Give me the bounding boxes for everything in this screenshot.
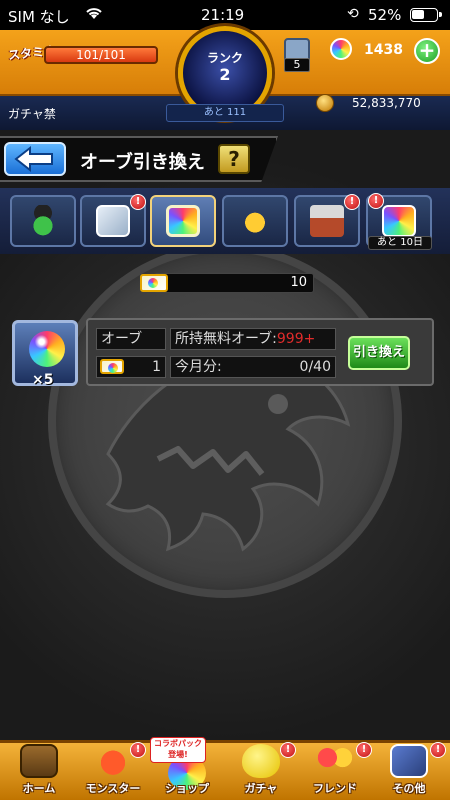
ticket-cost: 1 [152, 359, 161, 375]
exp-remaining: あと 111 [166, 104, 284, 122]
nav-gacha-label: ガチャ [244, 782, 278, 795]
nav-gacha-badge: ! [280, 742, 296, 758]
battery-icon [410, 8, 442, 22]
tab-clover[interactable] [10, 195, 76, 247]
home-icon [20, 744, 58, 778]
orb-count: 1438 [364, 42, 403, 58]
gacha-egg-icon [242, 744, 280, 778]
gift-count: 5 [284, 58, 310, 72]
free-orb-value: 999+ [276, 331, 316, 347]
this-month-label: 今月分: [175, 359, 222, 375]
monster-icon [238, 205, 272, 237]
stamina-bar: 101/101 [44, 46, 158, 64]
orb-icon [330, 38, 352, 60]
nav-friend-badge: ! [356, 742, 372, 758]
nav-monster-badge: ! [130, 742, 146, 758]
rank-value: 2 [219, 65, 231, 84]
rank-label: ランク [206, 51, 243, 65]
carrier-label: SIM なし [8, 8, 70, 26]
this-month-value: 0/40 [299, 359, 331, 375]
gacha-ban-label: ガチャ禁 [8, 107, 56, 121]
battery-percent: 52% [368, 6, 402, 24]
nav-shop-label: ショップ [165, 782, 209, 795]
gold-coin-icon [316, 94, 334, 112]
collab-pack-banner: コラボパック 登場! [150, 737, 206, 763]
orb-ticket-icon [166, 205, 200, 237]
castle-icon [310, 205, 344, 237]
wifi-icon [85, 6, 103, 24]
orientation-lock-icon: ⟲ [347, 6, 359, 22]
tab-limited-remaining: あと 10日 [368, 236, 432, 250]
orb-ticket-icon [140, 274, 168, 292]
nav-other-label: その他 [392, 782, 426, 795]
tab-gift-box-badge: ! [130, 194, 146, 210]
exchange-button[interactable]: 引き換え [348, 336, 410, 370]
tab-monster[interactable] [222, 195, 288, 247]
gold-amount: 52,833,770 [352, 96, 421, 110]
rainbow-orb-icon [29, 331, 65, 367]
this-month-cell: 今月分: 0/40 [170, 356, 336, 378]
gift-box-icon [96, 205, 130, 237]
help-button[interactable]: ? [218, 144, 250, 174]
ticket-count: 10 [290, 275, 307, 290]
ticket-count-bar: 10 [154, 273, 314, 293]
question-block-icon [390, 744, 428, 778]
back-button[interactable] [4, 142, 66, 176]
clock: 21:19 [201, 6, 245, 24]
buy-orbs-button[interactable]: + [414, 38, 440, 64]
page-title: オーブ引き換え [80, 152, 205, 173]
dragon-emblem [48, 244, 402, 598]
stamina-value: 101/101 [76, 48, 126, 62]
nav-other-badge: ! [430, 742, 446, 758]
clover-icon [26, 205, 60, 237]
limited-item-icon [382, 205, 416, 237]
friend-balloon-icon [316, 744, 354, 778]
free-orb-cell: 所持無料オーブ:999+ [170, 328, 336, 350]
orb-label: オーブ [96, 328, 166, 350]
arrow-left-icon [14, 145, 53, 173]
nav-home[interactable]: ホーム [2, 740, 76, 800]
tab-limited-badge: ! [368, 193, 384, 209]
nav-friend-label: フレンド [313, 782, 357, 795]
nav-home-label: ホーム [22, 782, 56, 795]
free-orb-label: 所持無料オーブ: [175, 331, 277, 347]
tab-orb-ticket[interactable] [150, 195, 216, 247]
nav-monster-label: モンスター [85, 782, 141, 795]
reward-quantity: ×5 [32, 372, 54, 388]
tab-castle-badge: ! [344, 194, 360, 210]
monster-icon [94, 744, 132, 778]
ticket-cost-icon [100, 359, 124, 374]
